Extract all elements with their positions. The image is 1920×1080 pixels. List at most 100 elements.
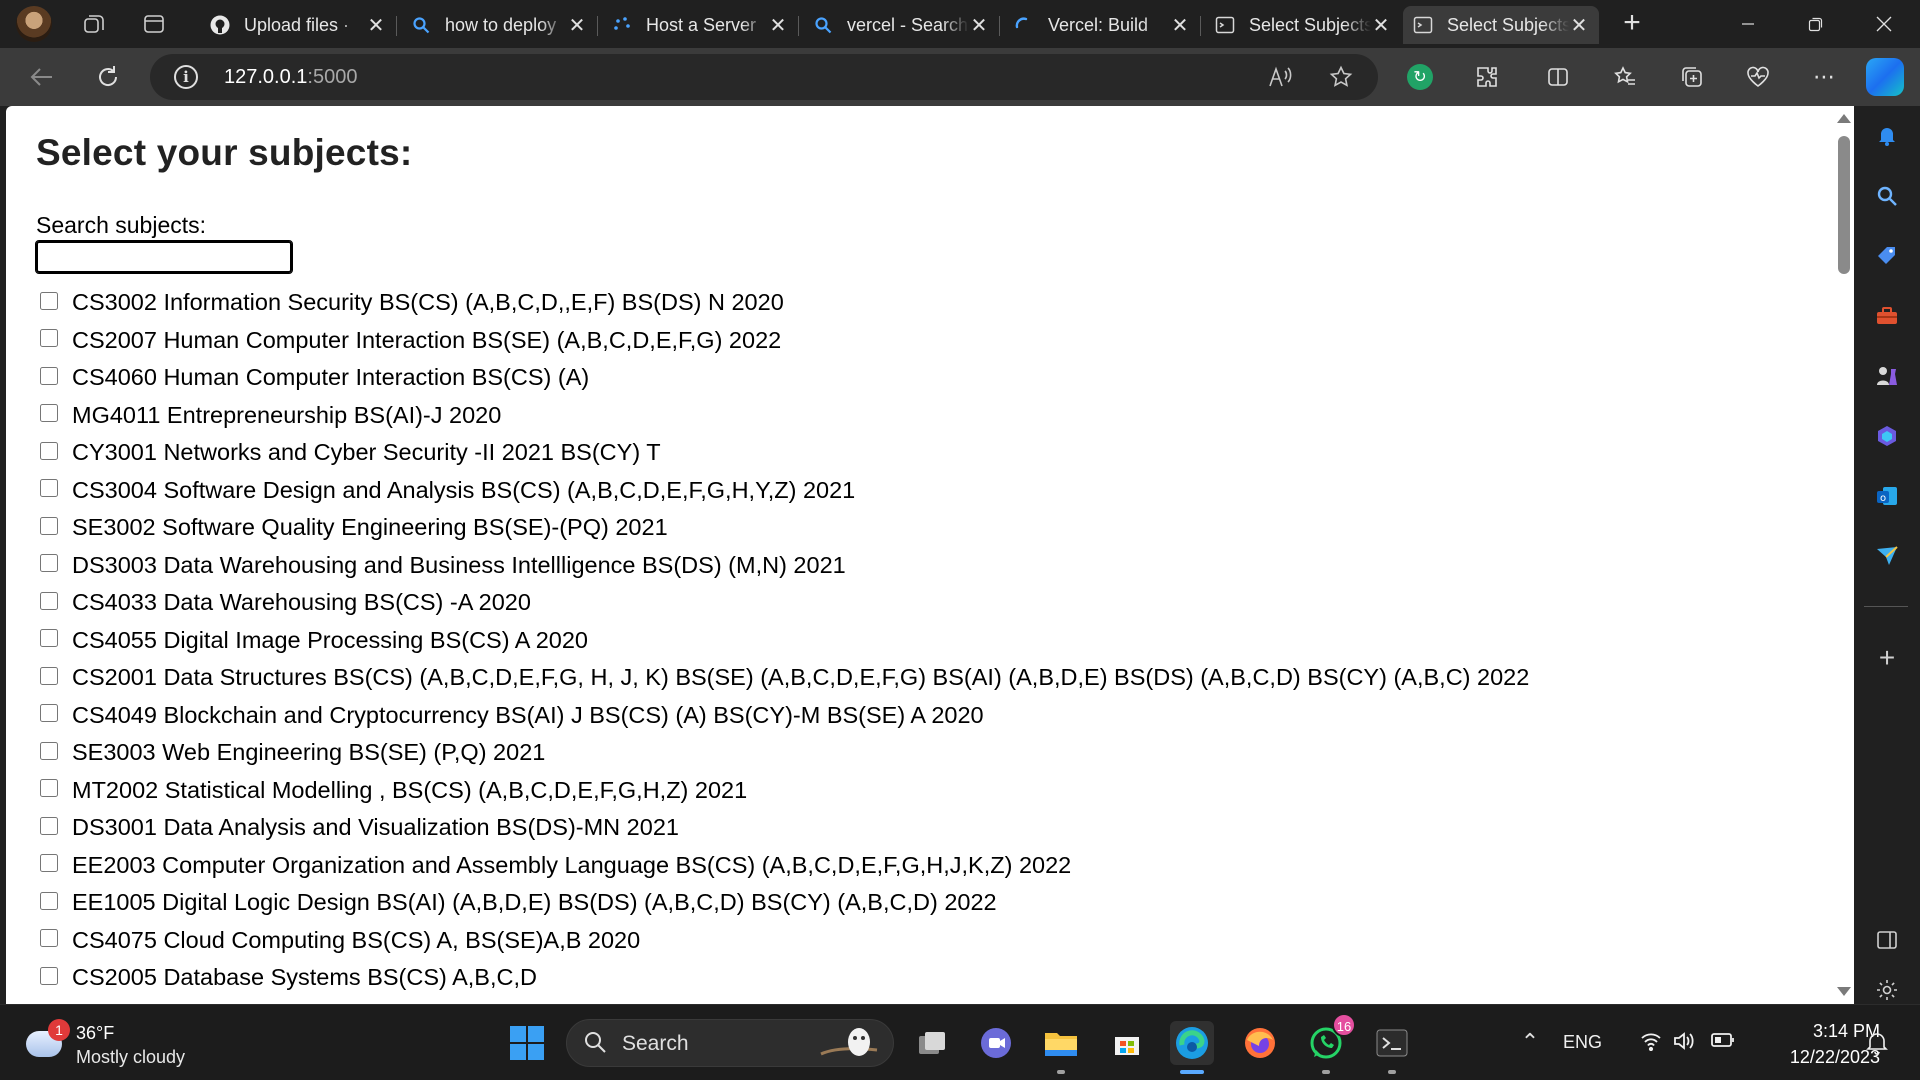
input-language[interactable]: ENG	[1563, 1032, 1602, 1053]
subject-item[interactable]: CS4075 Cloud Computing BS(CS) A, BS(SE)A…	[40, 922, 1529, 960]
subject-checkbox[interactable]	[40, 966, 58, 985]
search-subjects-input[interactable]	[35, 240, 293, 274]
tab-close-icon[interactable]: ✕	[1170, 13, 1190, 38]
teams-chat-button[interactable]	[974, 1021, 1018, 1065]
notification-center-icon[interactable]	[1866, 1031, 1888, 1061]
subject-item[interactable]: MG4011 Entrepreneurship BS(AI)-J 2020	[40, 397, 1529, 435]
firefox-button[interactable]	[1238, 1021, 1282, 1065]
bell-icon[interactable]	[1871, 120, 1903, 152]
subject-checkbox[interactable]	[40, 329, 58, 348]
minimize-button[interactable]	[1714, 0, 1782, 48]
tab-select-subjects-active[interactable]: Select Subjects ✕	[1403, 6, 1599, 44]
subject-item[interactable]: EE1005 Digital Logic Design BS(AI) (A,B,…	[40, 884, 1529, 922]
hide-sidebar-icon[interactable]	[1871, 924, 1903, 956]
subject-item[interactable]: CS4049 Blockchain and Cryptocurrency BS(…	[40, 697, 1529, 735]
url-text[interactable]: 127.0.0.1:5000	[224, 66, 357, 89]
shopping-tag-icon[interactable]	[1871, 240, 1903, 272]
subject-checkbox[interactable]	[40, 479, 58, 498]
subject-item[interactable]: CS4033 Data Warehousing BS(CS) -A 2020	[40, 584, 1529, 622]
read-aloud-icon[interactable]	[1266, 62, 1296, 92]
tab-close-icon[interactable]: ✕	[1569, 13, 1589, 38]
taskbar-search[interactable]: Search	[566, 1019, 894, 1067]
address-bar[interactable]: i 127.0.0.1:5000	[150, 54, 1378, 100]
subject-item[interactable]: DS3001 Data Analysis and Visualization B…	[40, 809, 1529, 847]
browser-essentials-icon[interactable]	[1742, 61, 1774, 93]
tab-actions-icon[interactable]	[138, 8, 170, 40]
show-hidden-icons-chevron-icon[interactable]: ⌃	[1515, 1029, 1545, 1055]
task-view-button[interactable]	[910, 1021, 954, 1065]
tab-select-subjects[interactable]: Select Subjects ✕	[1205, 6, 1401, 44]
workspaces-icon[interactable]	[78, 8, 110, 40]
add-sidebar-app-icon[interactable]: +	[1871, 642, 1903, 674]
subject-checkbox[interactable]	[40, 816, 58, 835]
subject-item[interactable]: CS2005 Database Systems BS(CS) A,B,C,D	[40, 959, 1529, 997]
subject-checkbox[interactable]	[40, 891, 58, 910]
close-window-button[interactable]	[1850, 0, 1918, 48]
clock-date[interactable]: 12/22/2023	[1750, 1047, 1880, 1068]
profile-avatar[interactable]	[16, 6, 52, 42]
grammar-extension-icon[interactable]: ↻	[1407, 64, 1433, 90]
tab-close-icon[interactable]: ✕	[567, 13, 587, 38]
tab-close-icon[interactable]: ✕	[768, 13, 788, 38]
wifi-icon[interactable]	[1640, 1031, 1662, 1057]
extensions-icon[interactable]	[1471, 61, 1503, 93]
subject-checkbox[interactable]	[40, 404, 58, 423]
tab-how-to-deploy[interactable]: how to deploy ✕	[401, 6, 597, 44]
subject-item[interactable]: SE3002 Software Quality Engineering BS(S…	[40, 509, 1529, 547]
subject-checkbox[interactable]	[40, 741, 58, 760]
start-button[interactable]	[505, 1021, 549, 1065]
subject-checkbox[interactable]	[40, 516, 58, 535]
file-explorer-button[interactable]	[1039, 1021, 1083, 1074]
favorites-icon[interactable]	[1609, 61, 1641, 93]
scroll-up-arrow-icon[interactable]	[1837, 114, 1851, 123]
subject-checkbox[interactable]	[40, 666, 58, 685]
subject-checkbox[interactable]	[40, 441, 58, 460]
send-icon[interactable]	[1871, 540, 1903, 572]
site-info-icon[interactable]: i	[174, 65, 198, 89]
back-button[interactable]	[24, 59, 60, 95]
favorite-star-icon[interactable]	[1326, 62, 1356, 92]
subject-checkbox[interactable]	[40, 591, 58, 610]
page-scrollbar[interactable]	[1832, 106, 1854, 1004]
whatsapp-button[interactable]: 16	[1304, 1013, 1356, 1074]
subject-item[interactable]: CS4055 Digital Image Processing BS(CS) A…	[40, 622, 1529, 660]
tab-close-icon[interactable]: ✕	[366, 13, 386, 38]
clock-time[interactable]: 3:14 PM	[1770, 1021, 1880, 1042]
volume-icon[interactable]	[1672, 1031, 1696, 1057]
subject-checkbox[interactable]	[40, 554, 58, 573]
tab-upload-files[interactable]: Upload files · ✕	[200, 6, 396, 44]
subject-item[interactable]: MT2002 Statistical Modelling , BS(CS) (A…	[40, 772, 1529, 810]
subject-item[interactable]: CS3004 Software Design and Analysis BS(C…	[40, 472, 1529, 510]
subject-item[interactable]: DS3003 Data Warehousing and Business Int…	[40, 547, 1529, 585]
collections-icon[interactable]	[1676, 61, 1708, 93]
subject-item[interactable]: CY3001 Networks and Cyber Security -II 2…	[40, 434, 1529, 472]
tab-close-icon[interactable]: ✕	[969, 13, 989, 38]
subject-checkbox[interactable]	[40, 779, 58, 798]
subject-item[interactable]: CS4060 Human Computer Interaction BS(CS)…	[40, 359, 1529, 397]
battery-icon[interactable]	[1710, 1031, 1736, 1055]
tab-vercel-search[interactable]: vercel - Search ✕	[803, 6, 999, 44]
games-icon[interactable]	[1871, 360, 1903, 392]
subject-item[interactable]: CS2007 Human Computer Interaction BS(SE)…	[40, 322, 1529, 360]
copilot-designer-icon[interactable]	[1871, 420, 1903, 452]
copilot-icon[interactable]	[1866, 58, 1904, 96]
split-screen-icon[interactable]	[1542, 61, 1574, 93]
new-tab-button[interactable]: +	[1614, 6, 1650, 42]
subject-item[interactable]: EE2003 Computer Organization and Assembl…	[40, 847, 1529, 885]
subject-item[interactable]: CS2001 Data Structures BS(CS) (A,B,C,D,E…	[40, 659, 1529, 697]
subject-checkbox[interactable]	[40, 366, 58, 385]
subject-checkbox[interactable]	[40, 854, 58, 873]
refresh-button[interactable]	[90, 59, 126, 95]
edge-browser-button[interactable]	[1170, 1021, 1214, 1074]
terminal-button[interactable]	[1370, 1021, 1414, 1074]
sidebar-settings-icon[interactable]	[1871, 974, 1903, 1006]
subject-item[interactable]: CS3002 Information Security BS(CS) (A,B,…	[40, 284, 1529, 322]
more-menu-icon[interactable]: ⋯	[1808, 61, 1840, 93]
scroll-down-arrow-icon[interactable]	[1837, 987, 1851, 996]
tab-vercel-build[interactable]: Vercel: Build ✕	[1004, 6, 1200, 44]
restore-button[interactable]	[1782, 0, 1850, 48]
subject-checkbox[interactable]	[40, 929, 58, 948]
subject-checkbox[interactable]	[40, 704, 58, 723]
subject-item[interactable]: SE3003 Web Engineering BS(SE) (P,Q) 2021	[40, 734, 1529, 772]
toolbox-icon[interactable]	[1871, 300, 1903, 332]
